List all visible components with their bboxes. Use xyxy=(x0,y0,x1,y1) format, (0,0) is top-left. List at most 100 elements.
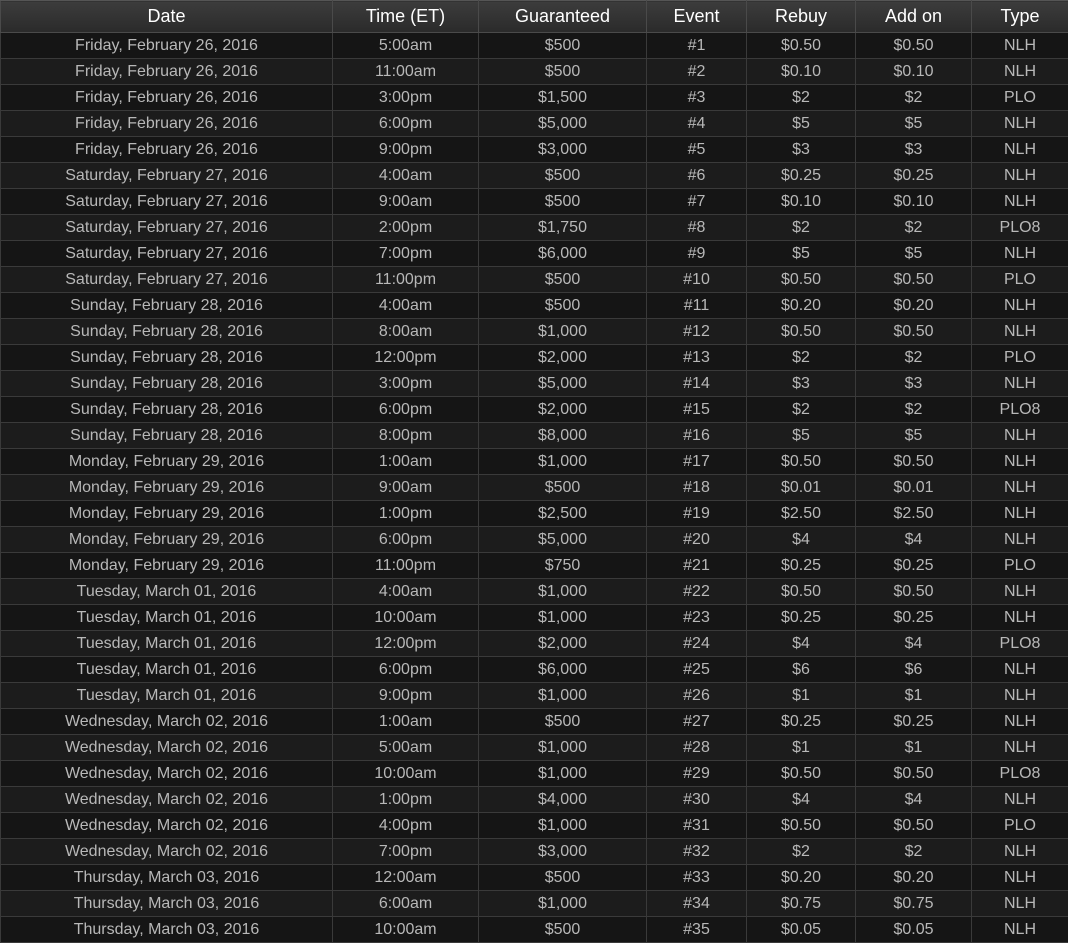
cell-type: PLO xyxy=(971,812,1068,839)
table-row[interactable]: Sunday, February 28, 2016 8:00am $1,000 #12… xyxy=(0,318,1068,345)
cell-date: Wednesday, March 02, 2016 xyxy=(0,734,333,761)
table-row[interactable]: Tuesday, March 01, 2016 10:00am $1,000 #23 $… xyxy=(0,604,1068,631)
cell-date: Thursday, March 03, 2016 xyxy=(0,864,333,891)
cell-time: 8:00am xyxy=(332,318,479,345)
cell-rebuy: $0.50 xyxy=(746,32,856,59)
table-row[interactable]: Monday, February 29, 2016 9:00am $500 #18 $0… xyxy=(0,474,1068,501)
table-row[interactable]: Saturday, February 27, 2016 2:00pm $1,750 #… xyxy=(0,214,1068,241)
cell-guaranteed: $1,000 xyxy=(478,682,647,709)
cell-rebuy: $2 xyxy=(746,344,856,371)
table-row[interactable]: Saturday, February 27, 2016 9:00am $500 #7 $… xyxy=(0,188,1068,215)
header-add-on[interactable]: Add on xyxy=(855,0,972,33)
cell-time: 11:00pm xyxy=(332,552,479,579)
cell-time: 1:00pm xyxy=(332,500,479,527)
table-row[interactable]: Tuesday, March 01, 2016 9:00pm $1,000 #26 $1… xyxy=(0,682,1068,709)
cell-add-on: $0.25 xyxy=(855,552,972,579)
table-row[interactable]: Wednesday, March 02, 2016 1:00am $500 #27 $0… xyxy=(0,708,1068,735)
table-row[interactable]: Friday, February 26, 2016 11:00am $500 #2 $0… xyxy=(0,58,1068,85)
cell-time: 6:00pm xyxy=(332,396,479,423)
cell-add-on: $0.50 xyxy=(855,448,972,475)
cell-add-on: $1 xyxy=(855,682,972,709)
cell-rebuy: $2.50 xyxy=(746,500,856,527)
cell-time: 10:00am xyxy=(332,916,479,943)
header-date[interactable]: Date xyxy=(0,0,333,33)
cell-time: 11:00am xyxy=(332,58,479,85)
table-row[interactable]: Wednesday, March 02, 2016 10:00am $1,000 #2… xyxy=(0,760,1068,787)
table-row[interactable]: Friday, February 26, 2016 6:00pm $5,000 #4 $… xyxy=(0,110,1068,137)
table-row[interactable]: Sunday, February 28, 2016 3:00pm $5,000 #14… xyxy=(0,370,1068,397)
cell-type: PLO8 xyxy=(971,396,1068,423)
table-row[interactable]: Thursday, March 03, 2016 12:00am $500 #33 $0… xyxy=(0,864,1068,891)
cell-type: NLH xyxy=(971,916,1068,943)
cell-date: Monday, February 29, 2016 xyxy=(0,474,333,501)
table-row[interactable]: Tuesday, March 01, 2016 12:00pm $2,000 #24 $… xyxy=(0,630,1068,657)
cell-date: Friday, February 26, 2016 xyxy=(0,58,333,85)
cell-rebuy: $0.25 xyxy=(746,708,856,735)
cell-type: PLO xyxy=(971,344,1068,371)
cell-time: 3:00pm xyxy=(332,84,479,111)
table-row[interactable]: Tuesday, March 01, 2016 6:00pm $6,000 #25 $6… xyxy=(0,656,1068,683)
table-row[interactable]: Friday, February 26, 2016 9:00pm $3,000 #5 $… xyxy=(0,136,1068,163)
table-row[interactable]: Tuesday, March 01, 2016 4:00am $1,000 #22 $0… xyxy=(0,578,1068,605)
table-row[interactable]: Wednesday, March 02, 2016 1:00pm $4,000 #30… xyxy=(0,786,1068,813)
cell-event: #10 xyxy=(646,266,747,293)
cell-rebuy: $4 xyxy=(746,630,856,657)
cell-time: 10:00am xyxy=(332,604,479,631)
cell-rebuy: $0.50 xyxy=(746,578,856,605)
cell-date: Saturday, February 27, 2016 xyxy=(0,214,333,241)
cell-guaranteed: $1,000 xyxy=(478,448,647,475)
table-row[interactable]: Monday, February 29, 2016 11:00pm $750 #21 $… xyxy=(0,552,1068,579)
table-row[interactable]: Monday, February 29, 2016 1:00pm $2,500 #19… xyxy=(0,500,1068,527)
cell-event: #15 xyxy=(646,396,747,423)
cell-rebuy: $1 xyxy=(746,734,856,761)
cell-add-on: $0.50 xyxy=(855,318,972,345)
header-event[interactable]: Event xyxy=(646,0,747,33)
cell-event: #5 xyxy=(646,136,747,163)
cell-guaranteed: $1,750 xyxy=(478,214,647,241)
table-row[interactable]: Wednesday, March 02, 2016 7:00pm $3,000 #32… xyxy=(0,838,1068,865)
table-row[interactable]: Wednesday, March 02, 2016 4:00pm $1,000 #31… xyxy=(0,812,1068,839)
header-type[interactable]: Type xyxy=(971,0,1068,33)
cell-time: 7:00pm xyxy=(332,240,479,267)
table-row[interactable]: Sunday, February 28, 2016 12:00pm $2,000 #1… xyxy=(0,344,1068,371)
cell-time: 6:00am xyxy=(332,890,479,917)
table-row[interactable]: Saturday, February 27, 2016 11:00pm $500 #1… xyxy=(0,266,1068,293)
cell-date: Saturday, February 27, 2016 xyxy=(0,162,333,189)
cell-guaranteed: $500 xyxy=(478,188,647,215)
cell-guaranteed: $3,000 xyxy=(478,838,647,865)
table-row[interactable]: Sunday, February 28, 2016 6:00pm $2,000 #15… xyxy=(0,396,1068,423)
table-row[interactable]: Monday, February 29, 2016 1:00am $1,000 #17… xyxy=(0,448,1068,475)
cell-time: 11:00pm xyxy=(332,266,479,293)
table-row[interactable]: Sunday, February 28, 2016 8:00pm $8,000 #16… xyxy=(0,422,1068,449)
cell-date: Saturday, February 27, 2016 xyxy=(0,240,333,267)
cell-type: NLH xyxy=(971,578,1068,605)
cell-time: 4:00pm xyxy=(332,812,479,839)
header-time[interactable]: Time (ET) xyxy=(332,0,479,33)
table-row[interactable]: Sunday, February 28, 2016 4:00am $500 #11 $0… xyxy=(0,292,1068,319)
cell-type: NLH xyxy=(971,734,1068,761)
table-row[interactable]: Monday, February 29, 2016 6:00pm $5,000 #20… xyxy=(0,526,1068,553)
table-row[interactable]: Thursday, March 03, 2016 6:00am $1,000 #34 $… xyxy=(0,890,1068,917)
cell-time: 4:00am xyxy=(332,292,479,319)
cell-type: NLH xyxy=(971,708,1068,735)
table-row[interactable]: Friday, February 26, 2016 3:00pm $1,500 #3 $… xyxy=(0,84,1068,111)
cell-rebuy: $1 xyxy=(746,682,856,709)
header-guaranteed[interactable]: Guaranteed xyxy=(478,0,647,33)
cell-guaranteed: $1,000 xyxy=(478,318,647,345)
cell-event: #29 xyxy=(646,760,747,787)
table-row[interactable]: Thursday, March 03, 2016 10:00am $500 #35 $0… xyxy=(0,916,1068,943)
cell-rebuy: $2 xyxy=(746,84,856,111)
cell-type: NLH xyxy=(971,292,1068,319)
table-row[interactable]: Saturday, February 27, 2016 4:00am $500 #6 $… xyxy=(0,162,1068,189)
cell-type: NLH xyxy=(971,500,1068,527)
cell-type: PLO8 xyxy=(971,214,1068,241)
cell-type: NLH xyxy=(971,162,1068,189)
cell-event: #24 xyxy=(646,630,747,657)
header-rebuy[interactable]: Rebuy xyxy=(746,0,856,33)
table-row[interactable]: Saturday, February 27, 2016 7:00pm $6,000 #… xyxy=(0,240,1068,267)
table-row[interactable]: Friday, February 26, 2016 5:00am $500 #1 $0.… xyxy=(0,32,1068,59)
cell-add-on: $4 xyxy=(855,526,972,553)
table-row[interactable]: Wednesday, March 02, 2016 5:00am $1,000 #28… xyxy=(0,734,1068,761)
cell-event: #33 xyxy=(646,864,747,891)
cell-rebuy: $0.50 xyxy=(746,448,856,475)
